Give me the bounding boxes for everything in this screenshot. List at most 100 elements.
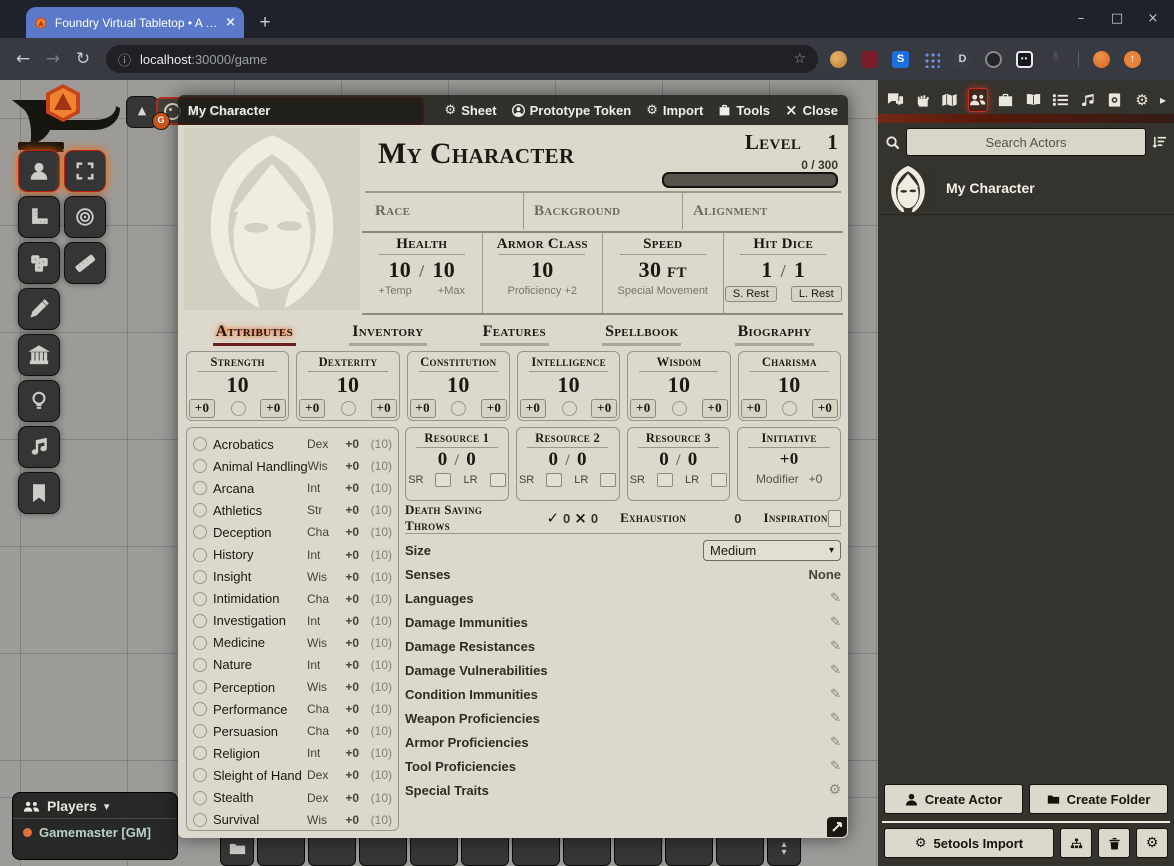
tile-controls-button[interactable] bbox=[18, 242, 60, 284]
bookmark-star-icon[interactable]: ☆ bbox=[793, 51, 806, 67]
character-name[interactable]: My Character bbox=[378, 137, 574, 171]
sheet-config-button[interactable]: ⚙Sheet bbox=[445, 103, 497, 118]
sort-folders-icon[interactable] bbox=[1152, 135, 1167, 150]
ability-charisma[interactable]: Charisma10 +0+0 bbox=[738, 351, 841, 421]
ability-score[interactable]: 10 bbox=[447, 372, 470, 398]
death-success-count[interactable]: 0 bbox=[563, 511, 570, 526]
ac-value[interactable]: 10 bbox=[531, 257, 554, 283]
death-failure-count[interactable]: 0 bbox=[591, 511, 598, 526]
tab-playlists[interactable] bbox=[1078, 89, 1096, 111]
tab-actors[interactable] bbox=[968, 88, 988, 112]
special-movement-label[interactable]: Special Movement bbox=[618, 285, 709, 297]
back-button[interactable]: ← bbox=[8, 49, 38, 69]
size-select[interactable]: Medium▾ bbox=[703, 540, 841, 561]
create-actor-button[interactable]: Create Actor bbox=[884, 784, 1023, 814]
hd-max[interactable]: 1 bbox=[794, 257, 805, 283]
forward-button[interactable]: → bbox=[38, 49, 68, 69]
tab-features[interactable]: Features bbox=[480, 323, 549, 346]
save-proficiency-toggle[interactable] bbox=[672, 401, 687, 416]
initiative-mod[interactable]: +0 bbox=[809, 472, 823, 486]
wall-controls-button[interactable] bbox=[18, 334, 60, 376]
skill-prof-toggle[interactable] bbox=[193, 658, 207, 672]
tools-button[interactable]: Tools bbox=[718, 103, 770, 118]
5etools-import-button[interactable]: ⚙ 5etools Import bbox=[884, 828, 1054, 858]
select-tool-button[interactable] bbox=[64, 150, 106, 192]
hd-current[interactable]: 1 bbox=[761, 257, 772, 283]
death-success-icon[interactable]: ✓ bbox=[546, 509, 559, 527]
notes-controls-button[interactable] bbox=[18, 472, 60, 514]
grid-extension-icon[interactable] bbox=[923, 51, 940, 68]
skill-prof-toggle[interactable] bbox=[193, 680, 207, 694]
ability-wisdom[interactable]: Wisdom10 +0+0 bbox=[627, 351, 730, 421]
sidebar-collapse-icon[interactable]: ▸ bbox=[1160, 93, 1166, 107]
window-minimize-button[interactable]: – bbox=[1064, 4, 1098, 34]
inspiration-checkbox[interactable] bbox=[828, 510, 841, 527]
resource-1[interactable]: Resource 1 0/0 SRLR bbox=[405, 427, 509, 501]
edit-icon[interactable]: ✎ bbox=[830, 591, 841, 606]
save-proficiency-toggle[interactable] bbox=[562, 401, 577, 416]
tab-items[interactable] bbox=[997, 89, 1015, 111]
player-row[interactable]: Gamemaster [GM] bbox=[13, 819, 177, 846]
actor-directory-entry[interactable]: My Character bbox=[878, 162, 1174, 215]
ability-score[interactable]: 10 bbox=[557, 372, 580, 398]
target-tool-button[interactable] bbox=[64, 196, 106, 238]
close-window-button[interactable]: ×Close bbox=[785, 101, 838, 119]
window-maximize-button[interactable]: □ bbox=[1100, 4, 1134, 34]
short-rest-button[interactable]: S. Rest bbox=[725, 286, 777, 302]
lighting-controls-button[interactable] bbox=[18, 380, 60, 422]
measure-controls-button[interactable] bbox=[18, 196, 60, 238]
tab-attributes[interactable]: Attributes bbox=[213, 323, 297, 346]
skill-prof-toggle[interactable] bbox=[193, 702, 207, 716]
speed-value[interactable]: 30 ft bbox=[639, 257, 687, 283]
ability-strength[interactable]: Strength10 +0 +0 bbox=[186, 351, 289, 421]
skill-prof-toggle[interactable] bbox=[193, 525, 207, 539]
character-portrait[interactable] bbox=[184, 128, 360, 310]
lr-checkbox[interactable] bbox=[490, 473, 506, 487]
health-block[interactable]: Health 10/10 +Temp+Max bbox=[362, 233, 483, 313]
hp-max[interactable]: 10 bbox=[432, 257, 455, 283]
robot-extension-icon[interactable]: •• bbox=[1016, 51, 1033, 68]
players-header[interactable]: Players ▾ bbox=[13, 793, 177, 819]
config-gear-icon[interactable]: ⚙ bbox=[828, 782, 841, 798]
save-proficiency-toggle[interactable] bbox=[341, 401, 356, 416]
edit-icon[interactable]: ✎ bbox=[830, 759, 841, 774]
skill-prof-toggle[interactable] bbox=[193, 813, 207, 827]
xp-text[interactable]: 0 / 300 bbox=[801, 158, 838, 172]
skill-prof-toggle[interactable] bbox=[193, 636, 207, 650]
edit-icon[interactable]: ✎ bbox=[830, 639, 841, 654]
resource-2[interactable]: Resource 2 0/0 SRLR bbox=[516, 427, 620, 501]
create-folder-button[interactable]: Create Folder bbox=[1029, 784, 1168, 814]
exhaustion-value[interactable]: 0 bbox=[734, 511, 741, 526]
players-panel[interactable]: Players ▾ Gamemaster [GM] bbox=[12, 792, 178, 860]
skill-prof-toggle[interactable] bbox=[193, 548, 207, 562]
skill-prof-toggle[interactable] bbox=[193, 503, 207, 517]
prototype-token-button[interactable]: Prototype Token bbox=[512, 103, 632, 118]
skill-prof-toggle[interactable] bbox=[193, 592, 207, 606]
tab-settings[interactable]: ⚙ bbox=[1133, 89, 1151, 111]
ability-score[interactable]: 10 bbox=[778, 372, 801, 398]
reload-button[interactable]: ↻ bbox=[68, 49, 98, 69]
armor-class-block[interactable]: Armor Class 10 Proficiency +2 bbox=[483, 233, 604, 313]
ability-score[interactable]: 10 bbox=[668, 372, 691, 398]
lr-checkbox[interactable] bbox=[600, 473, 616, 487]
speed-block[interactable]: Speed 30 ft Special Movement bbox=[603, 233, 724, 313]
tab-spellbook[interactable]: Spellbook bbox=[602, 323, 681, 346]
resource-3[interactable]: Resource 3 0/0 SRLR bbox=[627, 427, 731, 501]
new-tab-button[interactable]: + bbox=[252, 10, 278, 36]
actor-name[interactable]: My Character bbox=[946, 180, 1035, 196]
skill-prof-toggle[interactable] bbox=[193, 481, 207, 495]
update-chrome-icon[interactable]: ↑ bbox=[1124, 51, 1141, 68]
skill-prof-toggle[interactable] bbox=[193, 570, 207, 584]
skill-prof-toggle[interactable] bbox=[193, 437, 207, 451]
race-field[interactable]: Race bbox=[365, 193, 524, 229]
save-proficiency-toggle[interactable] bbox=[451, 401, 466, 416]
save-proficiency-toggle[interactable] bbox=[231, 401, 246, 416]
site-info-icon[interactable]: ⓘ bbox=[118, 50, 131, 69]
tab-scenes[interactable] bbox=[940, 89, 958, 111]
delete-button[interactable] bbox=[1098, 828, 1130, 858]
ability-constitution[interactable]: Constitution10 +0+0 bbox=[407, 351, 510, 421]
hp-tempmax-label[interactable]: +Max bbox=[438, 285, 465, 297]
edit-icon[interactable]: ✎ bbox=[830, 663, 841, 678]
ruler-tool-button[interactable] bbox=[64, 242, 106, 284]
skill-prof-toggle[interactable] bbox=[193, 614, 207, 628]
